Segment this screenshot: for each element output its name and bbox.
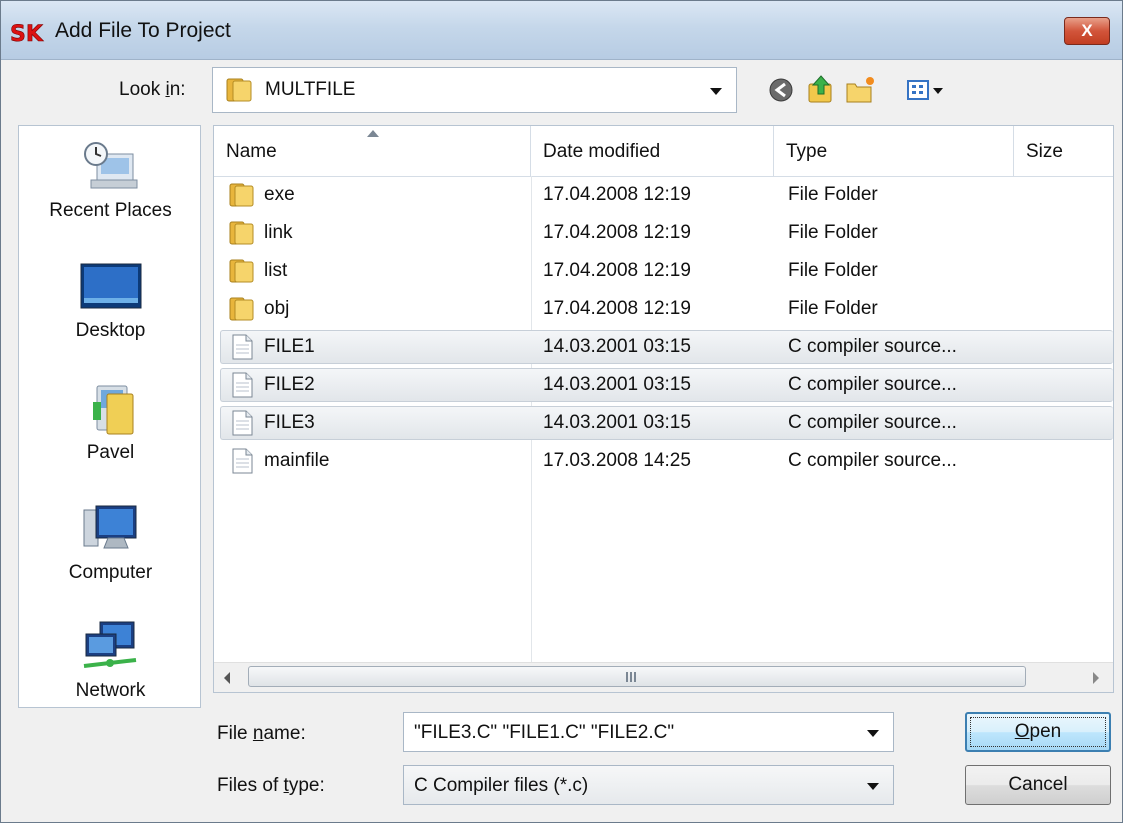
place-label: Desktop [75,320,146,341]
column-header-size[interactable]: Size [1014,126,1113,176]
file-icon [228,333,256,366]
type-cell: C compiler source... [788,450,957,471]
network-icon [83,621,136,668]
date-cell: 17.03.2008 14:25 [543,450,691,471]
scrollbar-thumb[interactable] [248,666,1026,687]
type-cell: File Folder [788,260,878,281]
open-button[interactable]: Open [965,712,1111,752]
close-button[interactable]: X [1064,17,1110,45]
file-name-cell: obj [264,298,290,319]
type-cell: C compiler source... [788,336,957,357]
svg-text:SK: SK [10,22,44,45]
folder-icon [226,78,252,102]
date-cell: 14.03.2001 03:15 [543,412,691,433]
chevron-down-icon[interactable] [867,730,879,737]
horizontal-scrollbar[interactable] [214,662,1113,692]
type-cell: File Folder [788,298,878,319]
type-cell: File Folder [788,184,878,205]
title-bar[interactable]: SK Add File To Project X [1,1,1122,60]
file-name-input[interactable]: "FILE3.C" "FILE1.C" "FILE2.C" [414,722,674,744]
file-icon [228,371,256,404]
cancel-button[interactable]: Cancel [965,765,1111,805]
add-file-dialog: SK Add File To Project X Look in: MULTFI… [0,0,1123,823]
date-cell: 17.04.2008 12:19 [543,298,691,319]
date-cell: 17.04.2008 12:19 [543,184,691,205]
file-row[interactable]: FILE3 14.03.2001 03:15 C compiler source..… [214,405,1113,441]
date-cell: 17.04.2008 12:19 [543,222,691,243]
file-type-value: C Compiler files (*.c) [414,775,589,796]
file-row[interactable]: link 17.04.2008 12:19 File Folder [214,215,1113,251]
place-computer[interactable]: Computer [19,502,202,584]
look-in-label: Look in: [119,79,186,100]
file-row[interactable]: FILE2 14.03.2001 03:15 C compiler source..… [214,367,1113,403]
look-in-value: MULTFILE [265,79,356,100]
file-name-label: File name: [217,723,306,744]
scroll-right-icon[interactable] [1093,672,1099,684]
place-label: Network [75,680,146,701]
column-header-row: Name Date modified Type Size [214,126,1113,177]
look-in-combo[interactable]: MULTFILE [212,67,737,113]
place-recent-places[interactable]: Recent Places [19,140,202,222]
window-title: Add File To Project [55,19,231,42]
file-name-cell: link [264,222,293,243]
file-name-cell: list [264,260,288,281]
date-cell: 17.04.2008 12:19 [543,260,691,281]
file-name-cell: FILE1 [264,336,315,357]
file-type-label: Files of type: [217,775,325,796]
date-cell: 14.03.2001 03:15 [543,336,691,357]
computer-icon [83,505,136,549]
scroll-left-icon[interactable] [224,672,230,684]
type-cell: C compiler source... [788,412,957,433]
sk-logo-icon: SK [10,22,44,45]
up-folder-icon[interactable] [803,72,839,108]
folder-icon [228,257,256,290]
place-label: Pavel [86,442,135,463]
file-list[interactable]: Name Date modified Type Size exe 17.04.20… [213,125,1114,693]
file-name-cell: FILE2 [264,374,315,395]
file-type-select[interactable]: C Compiler files (*.c) [403,765,894,805]
place-pavel[interactable]: Pavel [19,382,202,464]
views-menu-icon[interactable] [905,72,949,108]
file-icon [228,409,256,442]
folder-icon [228,181,256,214]
file-name-cell: FILE3 [264,412,315,433]
new-folder-icon[interactable] [843,72,879,108]
file-icon [228,447,256,480]
sort-ascending-icon [367,130,379,137]
chevron-down-icon[interactable] [867,783,879,790]
place-label: Recent Places [49,200,172,221]
place-network[interactable]: Network [19,620,202,702]
place-desktop[interactable]: Desktop [19,260,202,342]
chevron-down-icon[interactable] [710,88,722,95]
file-name-cell: mainfile [264,450,330,471]
folder-icon [228,219,256,252]
folder-icon [228,295,256,328]
column-header-name[interactable]: Name [214,126,531,176]
file-row[interactable]: obj 17.04.2008 12:19 File Folder [214,291,1113,327]
date-cell: 14.03.2001 03:15 [543,374,691,395]
column-header-date[interactable]: Date modified [531,126,774,176]
file-name-combo[interactable]: "FILE3.C" "FILE1.C" "FILE2.C" [403,712,894,752]
scrollbar-grip-icon [626,672,636,682]
column-header-type[interactable]: Type [774,126,1014,176]
places-bar: Recent Places Desktop Pavel Computer Net… [18,125,201,708]
type-cell: C compiler source... [788,374,957,395]
file-row[interactable]: exe 17.04.2008 12:19 File Folder [214,177,1113,213]
desktop-icon [80,263,141,309]
user-folder-icon [92,385,133,435]
file-row[interactable]: mainfile 17.03.2008 14:25 C compiler sourc… [214,443,1113,479]
file-row[interactable]: list 17.04.2008 12:19 File Folder [214,253,1113,289]
place-label: Computer [68,562,153,583]
type-cell: File Folder [788,222,878,243]
recent-places-icon [83,142,137,189]
file-name-cell: exe [264,184,295,205]
back-icon[interactable] [763,72,799,108]
file-row[interactable]: FILE1 14.03.2001 03:15 C compiler source..… [214,329,1113,365]
